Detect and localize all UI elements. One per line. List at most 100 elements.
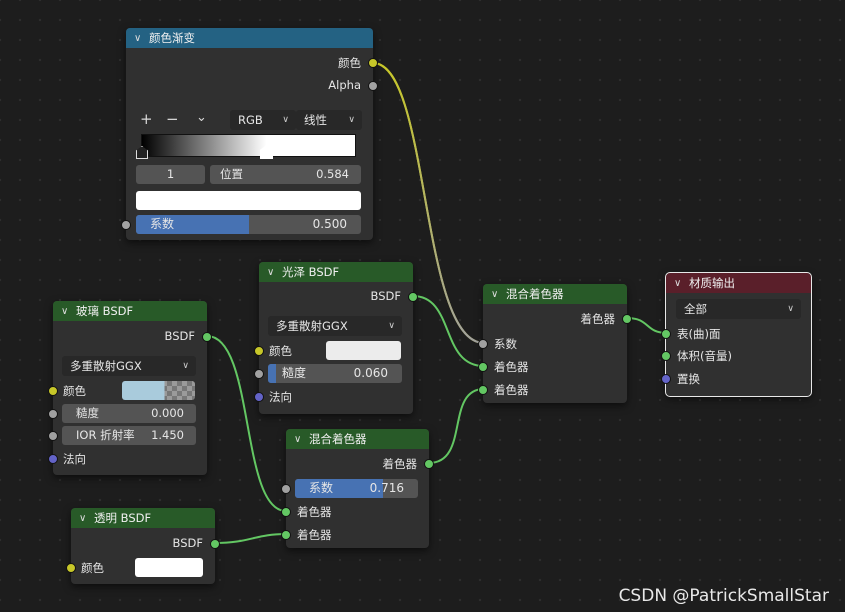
color-ramp-header[interactable]: ∨ 颜色渐变: [126, 28, 373, 48]
roughness-slider[interactable]: 糙度 0.060: [268, 364, 402, 383]
slider-label: 系数: [150, 217, 175, 231]
input-roughness-socket[interactable]: [48, 409, 58, 419]
collapse-chevron-icon[interactable]: ∨: [267, 267, 279, 278]
output-shader-socket[interactable]: [622, 314, 632, 324]
node-title: 颜色渐变: [149, 31, 195, 45]
color-mode-dropdown[interactable]: RGB ∨: [230, 110, 296, 130]
input-factor-socket[interactable]: [478, 339, 488, 349]
material-output-header[interactable]: ∨ 材质输出: [666, 273, 811, 293]
collapse-chevron-icon[interactable]: ∨: [79, 513, 91, 524]
node-title: 混合着色器: [309, 432, 367, 446]
slider-value: 0.500: [312, 217, 347, 231]
mix-top-header[interactable]: ∨ 混合着色器: [483, 284, 627, 304]
material-output-node[interactable]: ∨ 材质输出 全部 ∨ 表(曲)面 体积(音量) 置换: [661, 272, 812, 397]
glossy-header[interactable]: ∨ 光泽 BSDF: [259, 262, 413, 282]
input-factor-socket[interactable]: [121, 220, 131, 230]
input-color-socket[interactable]: [254, 346, 264, 356]
color-label: 颜色: [63, 384, 86, 398]
collapse-chevron-icon[interactable]: ∨: [61, 306, 73, 317]
color-swatch[interactable]: [122, 381, 195, 400]
output-color-socket[interactable]: [368, 58, 378, 68]
stop-color-swatch[interactable]: [136, 191, 361, 210]
chevron-down-icon: ∨: [787, 304, 794, 314]
input-shader1-socket[interactable]: [478, 362, 488, 372]
slider-value: 0.716: [369, 481, 404, 495]
output-shader-socket[interactable]: [424, 459, 434, 469]
slider-label: 系数: [309, 481, 334, 495]
collapse-chevron-icon[interactable]: ∨: [674, 278, 686, 289]
shader1-label: 着色器: [297, 505, 332, 519]
interpolation-dropdown[interactable]: 线性 ∨: [296, 110, 362, 130]
input-displacement-socket[interactable]: [661, 374, 671, 384]
watermark: CSDN @PatrickSmallStar: [618, 586, 829, 606]
input-shader2-socket[interactable]: [281, 530, 291, 540]
volume-label: 体积(音量): [677, 349, 732, 363]
add-stop-button[interactable]: +: [140, 110, 153, 128]
input-volume-socket[interactable]: [661, 351, 671, 361]
input-ior-socket[interactable]: [48, 431, 58, 441]
input-normal-socket[interactable]: [254, 392, 264, 402]
displacement-label: 置换: [677, 372, 700, 386]
output-color-label: 颜色: [338, 56, 361, 70]
distribution-dropdown[interactable]: 多重散射GGX ∨: [62, 356, 196, 376]
node-title: 材质输出: [689, 276, 735, 290]
factor-label: 系数: [494, 337, 517, 351]
color-ramp-node[interactable]: ∨ 颜色渐变 颜色 Alpha + − ⌄ RGB ∨ 线性 ∨ 1 位置 0.584 …: [121, 28, 378, 240]
chevron-down-icon: ∨: [348, 115, 355, 125]
output-bsdf-label: BSDF: [172, 536, 203, 550]
slider-fill: [268, 364, 277, 383]
color-label: 颜色: [81, 561, 104, 575]
collapse-chevron-icon[interactable]: ∨: [294, 434, 306, 445]
factor-slider[interactable]: 系数 0.500: [136, 215, 361, 234]
distribution-dropdown[interactable]: 多重散射GGX ∨: [268, 316, 402, 336]
glass-bsdf-node[interactable]: ∨ 玻璃 BSDF BSDF 多重散射GGX ∨ 颜色 糙度 0.000 IOR 折射…: [48, 301, 212, 475]
glass-header[interactable]: ∨ 玻璃 BSDF: [53, 301, 207, 321]
mix-shader-node-top[interactable]: ∨ 混合着色器 着色器 系数 着色器 着色器: [478, 284, 632, 403]
collapse-chevron-icon[interactable]: ∨: [491, 289, 503, 300]
input-color-socket[interactable]: [48, 386, 58, 396]
slider-label: 糙度: [282, 366, 307, 380]
transparent-bsdf-node[interactable]: ∨ 透明 BSDF BSDF 颜色: [66, 508, 220, 584]
node-title: 光泽 BSDF: [282, 265, 340, 279]
input-roughness-socket[interactable]: [254, 369, 264, 379]
output-bsdf-socket[interactable]: [210, 539, 220, 549]
input-color-socket[interactable]: [66, 563, 76, 573]
glossy-bsdf-node[interactable]: ∨ 光泽 BSDF BSDF 多重散射GGX ∨ 颜色 糙度 0.060 法向: [254, 262, 418, 414]
color-swatch[interactable]: [135, 558, 203, 577]
input-surface-socket[interactable]: [661, 329, 671, 339]
mix-bottom-header[interactable]: ∨ 混合着色器: [286, 429, 429, 449]
stop-position-field[interactable]: 位置 0.584: [210, 165, 361, 184]
output-bsdf-label: BSDF: [370, 289, 401, 303]
target-dropdown[interactable]: 全部 ∨: [676, 299, 801, 319]
node-title: 玻璃 BSDF: [76, 304, 134, 318]
output-alpha-label: Alpha: [328, 78, 361, 92]
stop-index-field[interactable]: 1: [136, 165, 205, 184]
output-alpha-socket[interactable]: [368, 81, 378, 91]
output-bsdf-socket[interactable]: [408, 292, 418, 302]
chevron-down-icon: ∨: [182, 361, 189, 371]
input-shader2-socket[interactable]: [478, 385, 488, 395]
chevron-down-icon: ∨: [388, 321, 395, 331]
input-normal-socket[interactable]: [48, 454, 58, 464]
transparent-header[interactable]: ∨ 透明 BSDF: [71, 508, 215, 528]
output-bsdf-socket[interactable]: [202, 332, 212, 342]
mix-shader-node-bottom[interactable]: ∨ 混合着色器 着色器 系数 0.716 着色器 着色器: [281, 429, 434, 548]
shader2-label: 着色器: [297, 528, 332, 542]
surface-label: 表(曲)面: [677, 327, 721, 341]
remove-stop-button[interactable]: −: [166, 110, 179, 128]
ramp-menu-chevron-icon[interactable]: ⌄: [196, 110, 207, 125]
node-title: 透明 BSDF: [94, 511, 152, 525]
collapse-chevron-icon[interactable]: ∨: [134, 33, 146, 44]
shader2-label: 着色器: [494, 383, 529, 397]
input-shader1-socket[interactable]: [281, 507, 291, 517]
link-transparent-to-mix-bottom: [214, 533, 287, 544]
link-mix-bottom-to-mix-top: [428, 388, 485, 464]
factor-slider[interactable]: 系数 0.716: [295, 479, 418, 498]
ior-field[interactable]: IOR 折射率 1.450: [62, 426, 196, 445]
roughness-field[interactable]: 糙度 0.000: [62, 404, 196, 423]
output-shader-label: 着色器: [580, 312, 616, 326]
input-factor-socket[interactable]: [281, 484, 291, 494]
gradient-bar[interactable]: [141, 134, 356, 157]
color-swatch[interactable]: [326, 341, 401, 360]
shader1-label: 着色器: [494, 360, 529, 374]
